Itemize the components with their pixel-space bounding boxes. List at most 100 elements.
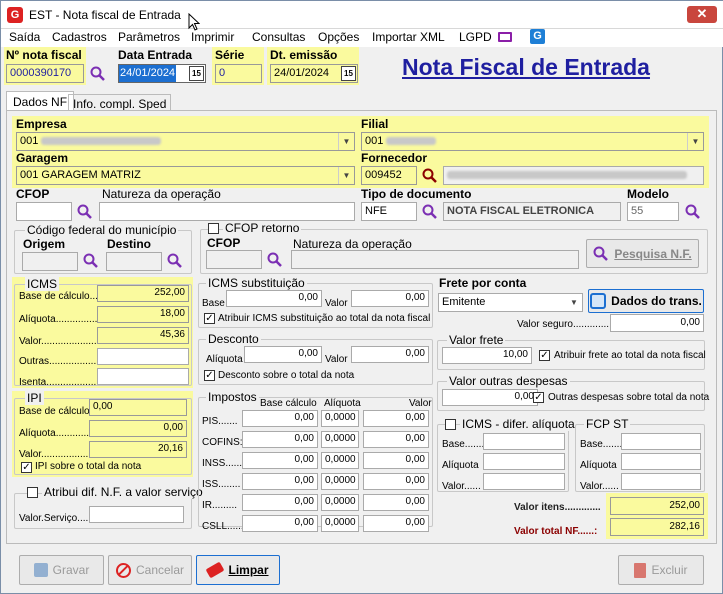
icms-base-input[interactable]: 252,00 — [97, 285, 189, 302]
empresa-select[interactable]: 001 ▼ — [16, 132, 355, 151]
desconto-valor-input[interactable]: 0,00 — [351, 346, 429, 363]
fcp-aliq-input[interactable] — [621, 453, 701, 470]
icms-valor-input[interactable]: 45,36 — [97, 327, 189, 344]
dados-trans-button[interactable]: Dados do trans. — [588, 289, 704, 313]
impostos-row-valor[interactable]: 0,00 — [363, 494, 429, 511]
fcp-base-input[interactable] — [621, 433, 701, 450]
brand-icon[interactable]: G — [530, 29, 545, 44]
impostos-row-aliq[interactable]: 0,0000 — [321, 452, 359, 469]
search-nf-icon[interactable] — [90, 66, 106, 82]
desconto-aliq-input[interactable]: 0,00 — [244, 346, 322, 363]
menu-lgpd[interactable]: LGPD — [459, 30, 492, 44]
search-modelo-icon[interactable] — [685, 204, 701, 220]
menu-importar-xml[interactable]: Importar XML — [372, 30, 445, 44]
serie-input[interactable]: 0 — [215, 64, 262, 83]
close-window-button[interactable]: ✕ — [687, 6, 717, 23]
icms-aliq-input[interactable]: 18,00 — [97, 306, 189, 323]
chevron-down-icon[interactable]: ▼ — [338, 167, 354, 184]
dif-nf-checkbox[interactable] — [27, 487, 38, 498]
search-fornecedor-icon[interactable] — [422, 168, 438, 184]
impostos-row-aliq[interactable]: 0,0000 — [321, 431, 359, 448]
icms-dif-base-input[interactable] — [483, 433, 565, 450]
impostos-row-label: CSLL...... — [202, 521, 244, 532]
icms-dif-aliq-input[interactable] — [483, 453, 565, 470]
main-window: G EST - Nota fiscal de Entrada ✕ Saída C… — [0, 0, 723, 594]
cancelar-button[interactable]: Cancelar — [108, 555, 192, 585]
cfop-input[interactable] — [16, 202, 72, 221]
destino-input[interactable] — [106, 252, 162, 271]
impostos-row-valor[interactable]: 0,00 — [363, 515, 429, 532]
valor-seguro-input[interactable]: 0,00 — [610, 314, 704, 332]
menu-opcoes[interactable]: Opções — [318, 30, 359, 44]
chevron-down-icon[interactable]: ▼ — [338, 133, 354, 150]
desconto-checkbox[interactable]: ✓ — [204, 370, 215, 381]
valor-frete-input[interactable]: 10,00 — [442, 347, 532, 364]
tipo-documento-code-input[interactable]: NFE — [361, 202, 417, 221]
impostos-row-base[interactable]: 0,00 — [242, 515, 318, 532]
icms-sub-checkbox[interactable]: ✓ — [204, 313, 215, 324]
icms-sub-valor-input[interactable]: 0,00 — [351, 290, 429, 307]
impostos-row-aliq[interactable]: 0,0000 — [321, 494, 359, 511]
fornecedor-code-input[interactable]: 009452 — [361, 166, 417, 185]
menu-parametros[interactable]: Parâmetros — [118, 30, 180, 44]
fcp-valor-input[interactable] — [621, 473, 701, 490]
chevron-down-icon[interactable]: ▼ — [566, 294, 582, 311]
tab-dados-nf[interactable]: Dados NF — [6, 91, 75, 111]
impostos-row-valor[interactable]: 0,00 — [363, 473, 429, 490]
search-cfop-retorno-icon[interactable] — [267, 252, 283, 268]
search-tipo-icon[interactable] — [422, 204, 438, 220]
search-destino-icon[interactable] — [167, 253, 183, 269]
valor-servico-input[interactable] — [89, 506, 184, 523]
filial-select[interactable]: 001 ▼ — [361, 132, 704, 151]
icms-dif-valor-input[interactable] — [483, 473, 565, 490]
impostos-row-aliq[interactable]: 0,0000 — [321, 473, 359, 490]
calendar-icon[interactable]: 15 — [341, 66, 356, 81]
ipi-base-input[interactable]: 0,00 — [89, 399, 187, 416]
impostos-row-valor[interactable]: 0,00 — [363, 410, 429, 427]
impostos-row-aliq[interactable]: 0,0000 — [321, 410, 359, 427]
origem-input[interactable] — [22, 252, 78, 271]
excluir-button[interactable]: Excluir — [618, 555, 704, 585]
ipi-total-checkbox[interactable]: ✓ — [21, 462, 32, 473]
icms-isenta-input[interactable] — [97, 368, 189, 385]
menu-cadastros[interactable]: Cadastros — [52, 30, 107, 44]
impostos-row-aliq[interactable]: 0,0000 — [321, 515, 359, 532]
icms-outras-input[interactable] — [97, 348, 189, 365]
impostos-row-valor[interactable]: 0,00 — [363, 452, 429, 469]
monitor-icon[interactable] — [498, 32, 512, 42]
limpar-button[interactable]: Limpar — [196, 555, 280, 585]
chevron-down-icon[interactable]: ▼ — [687, 133, 703, 150]
impostos-row-base[interactable]: 0,00 — [242, 494, 318, 511]
ipi-valor-input[interactable]: 20,16 — [89, 441, 187, 458]
frete-select[interactable]: Emitente ▼ — [438, 293, 583, 312]
natureza-input[interactable] — [99, 202, 355, 221]
pesquisa-nf-button[interactable]: Pesquisa N.F. — [586, 239, 699, 268]
cfop-retorno-input[interactable] — [206, 250, 262, 269]
gravar-button[interactable]: Gravar — [19, 555, 104, 585]
search-origem-icon[interactable] — [83, 253, 99, 269]
impostos-row-base[interactable]: 0,00 — [242, 431, 318, 448]
menu-saida[interactable]: Saída — [9, 30, 40, 44]
impostos-row-base[interactable]: 0,00 — [242, 410, 318, 427]
tab-info-sped[interactable]: Info. compl. Sped — [68, 94, 172, 111]
outras-despesas-input[interactable]: 0,00 — [442, 389, 538, 406]
icms-sub-base-input[interactable]: 0,00 — [226, 290, 322, 307]
valor-frete-checkbox[interactable]: ✓ — [539, 350, 550, 361]
menu-imprimir[interactable]: Imprimir — [191, 30, 234, 44]
ipi-aliq-input[interactable]: 0,00 — [89, 420, 187, 437]
garagem-select[interactable]: 001 GARAGEM MATRIZ ▼ — [16, 166, 355, 185]
emissao-input[interactable]: 24/01/2024 15 — [270, 64, 358, 83]
outras-despesas-checkbox[interactable]: ✓ — [533, 392, 544, 403]
nf-number-input[interactable]: 0000390170 — [6, 64, 84, 83]
filial-value: 001 — [365, 135, 384, 147]
search-cfop-icon[interactable] — [77, 204, 93, 220]
impostos-row-base[interactable]: 0,00 — [242, 473, 318, 490]
menu-consultas[interactable]: Consultas — [252, 30, 305, 44]
impostos-row-valor[interactable]: 0,00 — [363, 431, 429, 448]
icms-dif-checkbox[interactable] — [445, 419, 456, 430]
calendar-icon[interactable]: 15 — [189, 66, 204, 81]
impostos-row-base[interactable]: 0,00 — [242, 452, 318, 469]
cfop-retorno-checkbox[interactable] — [208, 223, 219, 234]
modelo-input[interactable]: 55 — [627, 202, 679, 221]
data-entrada-input[interactable]: 24/01/2024 15 — [118, 64, 206, 83]
